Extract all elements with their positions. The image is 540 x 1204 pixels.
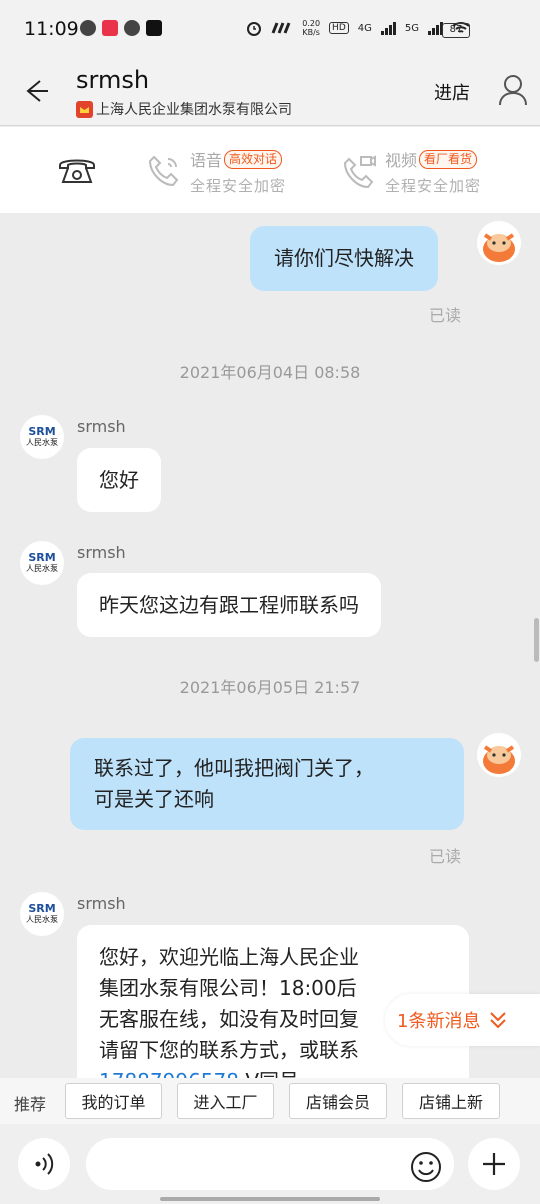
read-status: 已读 <box>429 847 462 866</box>
voice-label: 语音 <box>190 151 223 170</box>
shop-member-button[interactable]: 店铺会员 <box>289 1083 387 1119</box>
plus-icon <box>483 1153 505 1175</box>
shop-avatar[interactable]: SRM 人民水泵 <box>20 541 64 585</box>
voice-wave-icon <box>35 1153 54 1175</box>
shop-badge-icon <box>76 100 93 118</box>
net-speed: 0.20 KB/s <box>302 19 321 37</box>
chat-timestamp: 2021年06月05日 21:57 <box>179 678 361 697</box>
shop-title[interactable]: srmsh <box>76 66 149 94</box>
status-bar: 11:09 0.20 KB/s HD 4G 5G 87 <box>0 0 540 58</box>
scrollbar[interactable] <box>534 618 539 662</box>
double-chevron-down-icon <box>490 1012 507 1029</box>
cow-avatar-icon <box>477 733 521 777</box>
shop-logo: SRM 人民水泵 <box>26 902 58 924</box>
shop-avatar[interactable]: SRM 人民水泵 <box>20 892 64 936</box>
message-icon <box>80 20 96 36</box>
home-indicator[interactable] <box>160 1197 380 1201</box>
sim1-label: 4G <box>357 22 372 34</box>
nfc-icon <box>271 22 291 34</box>
shop-subtitle[interactable]: 上海人民企业集团水泵有限公司 <box>76 99 292 119</box>
sender-name: srmsh <box>77 543 126 562</box>
shop-new-button[interactable]: 店铺上新 <box>402 1083 500 1119</box>
shop-avatar[interactable]: SRM 人民水泵 <box>20 415 64 459</box>
video-tag: 看厂看货 <box>419 149 478 169</box>
phone-link[interactable]: 17887996578 <box>99 1069 239 1078</box>
shop-company-name: 上海人民企业集团水泵有限公司 <box>96 102 292 118</box>
video-label: 视频 <box>385 151 418 170</box>
more-options-button[interactable] <box>468 1138 520 1190</box>
user-profile-icon[interactable] <box>498 74 528 106</box>
signal-icon <box>380 21 396 35</box>
shop-logo: SRM 人民水泵 <box>26 551 58 573</box>
voice-subtitle: 全程安全加密 <box>190 177 287 195</box>
enter-factory-button[interactable]: 进入工厂 <box>177 1083 274 1119</box>
sender-name: srmsh <box>77 894 126 913</box>
status-indicators: 0.20 KB/s HD 4G 5G <box>246 19 470 37</box>
call-bar: 语音 高效对话 全程安全加密 视频 看厂看货 全程安全加密 <box>0 127 540 213</box>
voice-input-button[interactable] <box>18 1138 70 1190</box>
new-message-button[interactable]: 1条新消息 <box>385 994 540 1046</box>
shop-logo: SRM 人民水泵 <box>26 425 58 447</box>
notification-icons <box>80 20 162 36</box>
shop-message-bubble[interactable]: 昨天您这边有跟工程师联系吗 <box>77 573 381 637</box>
signal-icon-2 <box>428 21 443 35</box>
sender-name: srmsh <box>77 417 126 436</box>
recommend-label: 推荐 <box>14 1095 47 1114</box>
video-call-option[interactable]: 视频 看厂看货 全程安全加密 <box>341 147 481 196</box>
alarm-icon <box>247 22 262 36</box>
phone-icon[interactable] <box>56 153 98 187</box>
input-bar <box>0 1124 540 1204</box>
video-subtitle: 全程安全加密 <box>385 177 482 195</box>
battery-icon: 87 <box>442 23 470 38</box>
my-message-bubble[interactable]: 请你们尽快解决 <box>250 226 438 291</box>
voice-tag: 高效对话 <box>224 149 283 169</box>
cow-avatar-icon <box>477 221 521 265</box>
recommend-bar: 推荐 我的订单 进入工厂 店铺会员 店铺上新 <box>0 1078 540 1124</box>
my-avatar[interactable] <box>477 221 521 265</box>
back-arrow-icon[interactable] <box>18 74 52 108</box>
voice-call-icon <box>148 155 179 187</box>
enter-shop-button[interactable]: 进店 <box>434 79 470 105</box>
cloud-icon <box>124 20 140 36</box>
chat-timestamp: 2021年06月04日 08:58 <box>179 363 361 382</box>
emoji-icon[interactable] <box>410 1151 442 1183</box>
chat-header: srmsh 上海人民企业集团水泵有限公司 进店 <box>0 58 540 126</box>
my-message-bubble[interactable]: 联系过了，他叫我把阀门关了， 可是关了还响 <box>70 738 464 830</box>
read-status: 已读 <box>429 306 462 325</box>
video-call-icon <box>343 155 376 189</box>
chat-history[interactable]: 请你们尽快解决 已读 2021年06月04日 08:58 SRM 人民水泵 sr… <box>0 213 540 1078</box>
app-notification-icon <box>102 20 118 36</box>
message-input[interactable] <box>86 1138 454 1190</box>
hd-icon: HD <box>329 22 349 34</box>
voice-call-option[interactable]: 语音 高效对话 全程安全加密 <box>146 147 286 196</box>
my-orders-button[interactable]: 我的订单 <box>65 1083 162 1119</box>
tiktok-icon <box>146 20 162 36</box>
status-time: 11:09 <box>24 18 79 40</box>
my-avatar[interactable] <box>477 733 521 777</box>
new-message-label: 1条新消息 <box>397 1011 481 1032</box>
sim2-label: 5G <box>404 22 419 34</box>
shop-message-bubble[interactable]: 您好 <box>77 448 161 512</box>
